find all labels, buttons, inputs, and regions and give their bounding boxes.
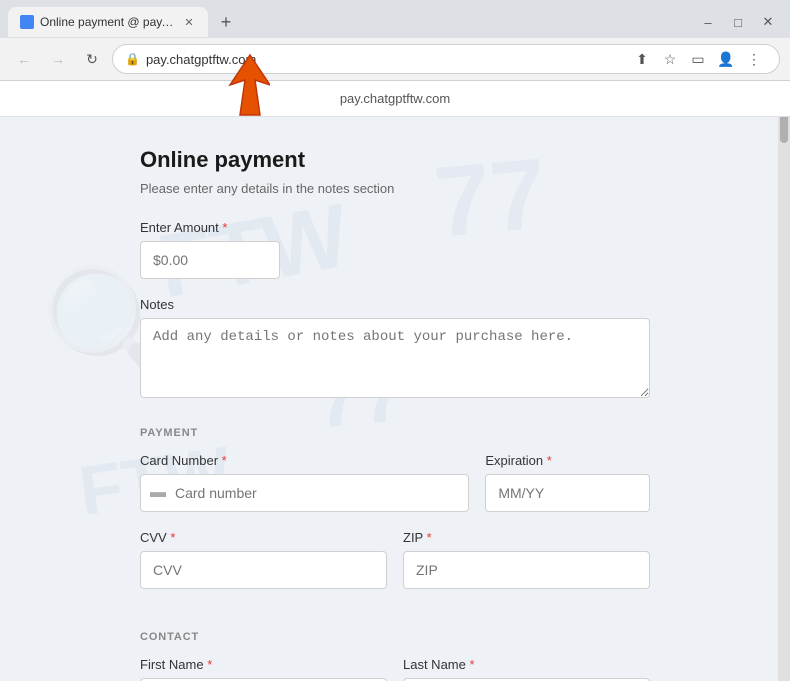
lock-icon: 🔒: [125, 52, 140, 66]
notes-label: Notes: [140, 297, 650, 312]
contact-section: CONTACT First Name * Last Name *: [140, 631, 650, 681]
tab-favicon: [20, 15, 34, 29]
amount-label: Enter Amount *: [140, 220, 650, 235]
cvv-input[interactable]: [140, 551, 387, 589]
page-title: Online payment: [140, 147, 650, 173]
page-subtitle: Please enter any details in the notes se…: [140, 181, 650, 196]
last-name-group: Last Name *: [403, 657, 650, 681]
amount-group: Enter Amount *: [140, 220, 650, 279]
menu-icon[interactable]: ⋮: [741, 46, 767, 72]
scrollbar[interactable]: [778, 81, 790, 681]
card-input-wrapper: ▬: [140, 474, 469, 512]
new-tab-button[interactable]: +: [212, 8, 240, 36]
close-button[interactable]: ✕: [754, 8, 782, 36]
page-content: 🔍 FTW 77 FTW 77 pay.chatgptftw.com Onlin…: [0, 81, 790, 681]
forward-button[interactable]: →: [44, 45, 72, 73]
tab-close-button[interactable]: ✕: [182, 15, 196, 29]
name-row: First Name * Last Name *: [140, 657, 650, 681]
refresh-button[interactable]: ↻: [78, 45, 106, 73]
cvv-group: CVV *: [140, 530, 387, 589]
cvv-zip-row: CVV * ZIP *: [140, 530, 650, 607]
bookmark-icon[interactable]: ☆: [657, 46, 683, 72]
card-icon: ▬: [150, 484, 166, 502]
minimize-button[interactable]: –: [694, 8, 722, 36]
cvv-label: CVV *: [140, 530, 387, 545]
zip-group: ZIP *: [403, 530, 650, 589]
share-icon[interactable]: ⬆: [629, 46, 655, 72]
payment-section-label: PAYMENT: [140, 427, 650, 439]
card-number-label: Card Number *: [140, 453, 469, 468]
payment-section: PAYMENT Card Number * ▬ Ex: [140, 427, 650, 607]
contact-section-label: CONTACT: [140, 631, 650, 643]
tab-title: Online payment @ pay.chatgptftw.: [40, 15, 176, 29]
form-container: Online payment Please enter any details …: [100, 117, 690, 681]
expiration-group: Expiration *: [485, 453, 650, 512]
zip-label: ZIP *: [403, 530, 650, 545]
back-button[interactable]: ←: [10, 45, 38, 73]
notes-group: Notes: [140, 297, 650, 403]
card-expiry-row: Card Number * ▬ Expiration *: [140, 453, 650, 530]
first-name-group: First Name *: [140, 657, 387, 681]
first-name-label: First Name *: [140, 657, 387, 672]
card-number-group: Card Number * ▬: [140, 453, 469, 512]
url-bar[interactable]: 🔒 pay.chatgptftw.com ⬆ ☆ ▭ 👤 ⋮: [112, 44, 780, 74]
profile-icon[interactable]: 👤: [713, 46, 739, 72]
active-tab[interactable]: Online payment @ pay.chatgptftw. ✕: [8, 7, 208, 37]
expiration-label: Expiration *: [485, 453, 650, 468]
expiration-input[interactable]: [485, 474, 650, 512]
zip-input[interactable]: [403, 551, 650, 589]
sidebar-icon[interactable]: ▭: [685, 46, 711, 72]
maximize-button[interactable]: □: [724, 8, 752, 36]
card-number-input[interactable]: [140, 474, 469, 512]
url-text: pay.chatgptftw.com: [146, 52, 623, 67]
notes-input[interactable]: [140, 318, 650, 398]
site-header: pay.chatgptftw.com: [0, 81, 790, 117]
amount-input[interactable]: [140, 241, 280, 279]
required-marker: *: [222, 220, 227, 235]
last-name-label: Last Name *: [403, 657, 650, 672]
